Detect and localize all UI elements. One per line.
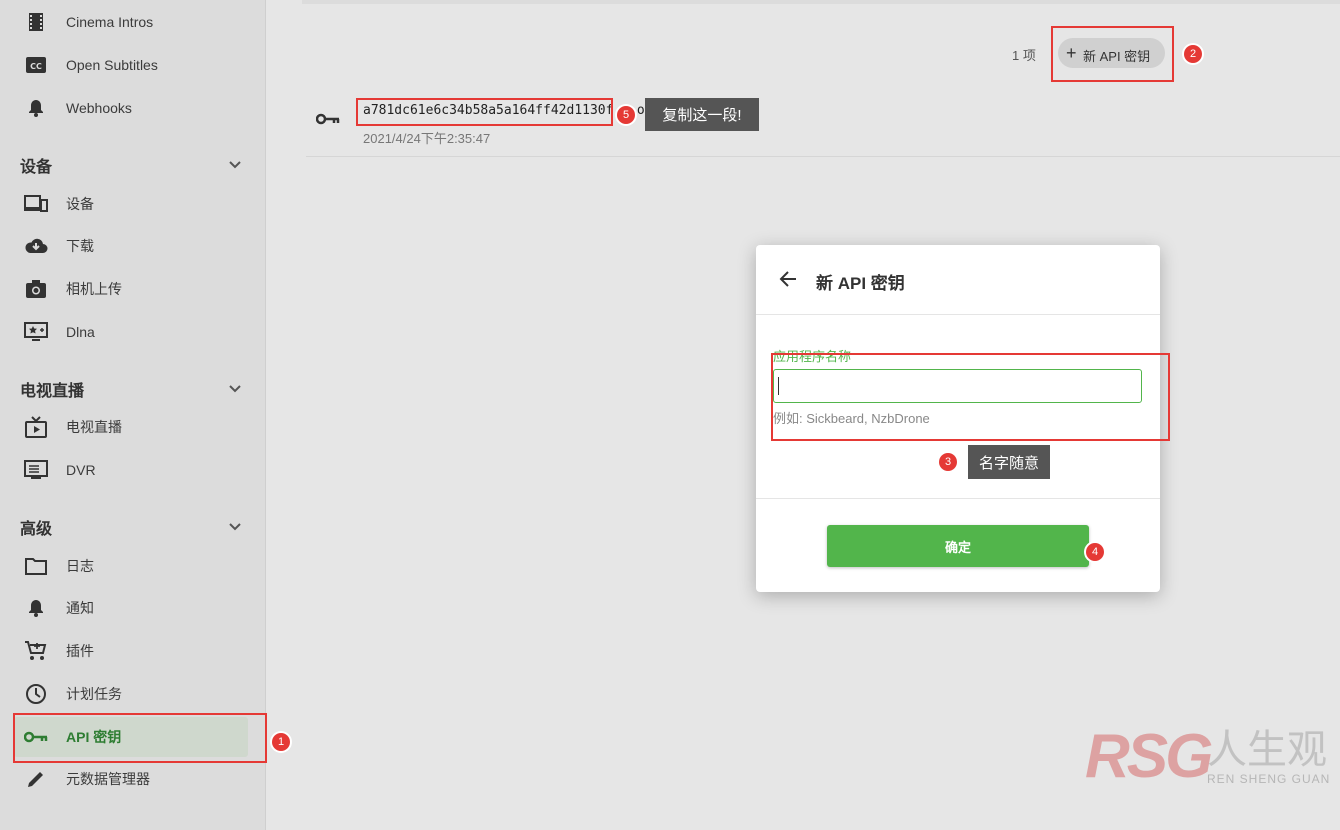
dvr-icon <box>24 458 48 482</box>
sidebar-item-dvr[interactable]: DVR <box>0 450 265 490</box>
sidebar-item-label: Cinema Intros <box>66 14 154 30</box>
watermark-logo: RSG <box>1085 722 1213 791</box>
annotation-box-2 <box>1051 26 1174 82</box>
top-divider <box>302 0 1340 4</box>
dialog-title: 新 API 密钥 <box>816 274 905 293</box>
sidebar-item-label: Webhooks <box>66 100 132 116</box>
annotation-tip-name: 名字随意 <box>968 445 1050 479</box>
sidebar-item-metadata-manager[interactable]: 元数据管理器 <box>0 759 265 799</box>
live-tv-icon <box>24 415 48 439</box>
bell-icon <box>24 96 48 120</box>
section-advanced-header[interactable]: 高级 <box>20 512 248 542</box>
annotation-box-3 <box>771 353 1170 441</box>
dialog-divider <box>756 498 1160 499</box>
annotation-badge-1: 1 <box>272 733 290 751</box>
watermark: RSG 人生观 REN SHENG GUAN <box>1085 722 1340 792</box>
sidebar-item-webhooks[interactable]: Webhooks <box>0 88 265 128</box>
confirm-button[interactable]: 确定 <box>827 525 1089 567</box>
dialog-divider <box>756 314 1160 315</box>
api-key-date: 2021/4/24下午2:35:47 <box>363 131 491 146</box>
sidebar-item-label: 元数据管理器 <box>66 771 150 787</box>
camera-icon <box>24 277 48 301</box>
back-arrow-icon[interactable] <box>778 269 798 294</box>
section-title: 高级 <box>20 521 53 538</box>
sidebar-item-label: DVR <box>66 462 96 478</box>
cloud-download-icon <box>24 234 48 258</box>
key-icon <box>315 112 340 131</box>
sidebar-item-logs[interactable]: 日志 <box>0 546 265 586</box>
sidebar-item-label: 通知 <box>66 600 94 616</box>
chevron-down-icon <box>229 161 241 169</box>
annotation-box-1 <box>13 713 267 763</box>
svg-text:CC: CC <box>30 62 42 71</box>
sidebar-item-scheduled-tasks[interactable]: 计划任务 <box>0 674 265 714</box>
sidebar-item-open-subtitles[interactable]: CC Open Subtitles <box>0 45 265 85</box>
sidebar-item-label: 计划任务 <box>66 686 122 702</box>
sidebar-item-livetv[interactable]: 电视直播 <box>0 407 265 447</box>
sidebar-item-label: 相机上传 <box>66 281 122 297</box>
chevron-down-icon <box>229 523 241 531</box>
film-icon <box>24 10 48 34</box>
sidebar-item-notifications[interactable]: 通知 <box>0 588 265 628</box>
sidebar-item-cinema-intros[interactable]: Cinema Intros <box>0 2 265 42</box>
sidebar-item-label: 下载 <box>66 238 94 254</box>
annotation-badge-5: 5 <box>617 106 635 124</box>
devices-icon <box>24 192 48 216</box>
closed-caption-icon: CC <box>24 53 48 77</box>
sidebar-item-dlna[interactable]: Dlna <box>0 312 265 352</box>
sidebar-item-label: 日志 <box>66 558 94 574</box>
item-count: 1 项 <box>1012 48 1036 63</box>
section-devices-header[interactable]: 设备 <box>20 150 248 180</box>
sidebar-item-camera-upload[interactable]: 相机上传 <box>0 269 265 309</box>
watermark-cn: 人生观 <box>1207 728 1327 772</box>
annotation-badge-2: 2 <box>1184 45 1202 63</box>
annotation-tip-copy: 复制这一段! <box>645 98 759 131</box>
folder-icon <box>24 554 48 578</box>
section-title: 设备 <box>20 159 53 176</box>
sidebar-item-devices[interactable]: 设备 <box>0 184 265 224</box>
sidebar-item-label: 设备 <box>66 196 94 212</box>
annotation-badge-3: 3 <box>939 453 957 471</box>
sidebar-item-label: Open Subtitles <box>66 57 158 73</box>
annotation-badge-4: 4 <box>1086 543 1104 561</box>
clock-icon <box>24 682 48 706</box>
sidebar-item-label: Dlna <box>66 324 95 340</box>
sidebar-item-downloads[interactable]: 下载 <box>0 226 265 266</box>
dlna-icon <box>24 320 48 344</box>
sidebar: Cinema Intros CC Open Subtitles Webhooks… <box>0 0 266 830</box>
chevron-down-icon <box>229 385 241 393</box>
sidebar-item-label: 插件 <box>66 643 94 659</box>
annotation-box-5 <box>356 98 613 126</box>
section-title: 电视直播 <box>20 383 85 400</box>
cart-icon <box>24 639 48 663</box>
watermark-pinyin: REN SHENG GUAN <box>1207 772 1331 786</box>
bell-icon <box>24 596 48 620</box>
section-livetv-header[interactable]: 电视直播 <box>20 374 248 404</box>
sidebar-item-label: 电视直播 <box>66 419 122 435</box>
sidebar-item-plugins[interactable]: 插件 <box>0 631 265 671</box>
pencil-icon <box>24 767 48 791</box>
